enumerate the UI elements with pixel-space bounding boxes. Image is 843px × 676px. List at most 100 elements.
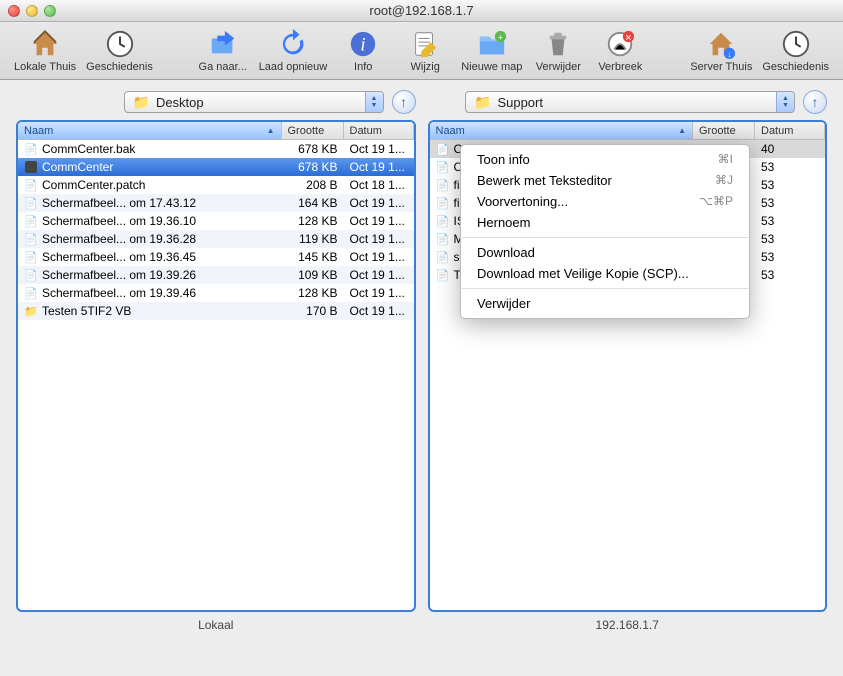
home-icon <box>29 28 61 60</box>
laad-opnieuw-button[interactable]: Laad opnieuw <box>255 26 332 75</box>
menu-label: Download <box>477 245 535 260</box>
col-name-header[interactable]: Naam ▲ <box>430 122 694 139</box>
info-icon: i <box>347 28 379 60</box>
window-title: root@192.168.1.7 <box>8 3 835 18</box>
sort-asc-icon: ▲ <box>678 126 686 135</box>
server-thuis-button[interactable]: ↓Server Thuis <box>686 26 756 75</box>
file-name: Schermafbeel... om 19.36.28 <box>42 232 196 246</box>
file-date: Oct 19 1... <box>344 196 414 210</box>
file-row[interactable]: 📄Schermafbeel... om 17.43.12164 KBOct 19… <box>18 194 414 212</box>
toolbar-label: Lokale Thuis <box>14 61 76 73</box>
file-icon: 📄 <box>436 214 450 228</box>
local-up-button[interactable]: ↑ <box>392 90 416 114</box>
geschiedenis-r-button[interactable]: Geschiedenis <box>758 26 833 75</box>
toolbar-label: Verbreek <box>598 61 642 73</box>
wijzig-button[interactable]: Wijzig <box>395 26 455 75</box>
menu-item[interactable]: Download <box>461 242 749 263</box>
menu-label: Bewerk met Teksteditor <box>477 173 612 188</box>
toolbar-label: Nieuwe map <box>461 61 522 73</box>
menu-item[interactable]: Verwijder <box>461 293 749 314</box>
toolbar-label: Info <box>354 61 372 73</box>
go-icon <box>207 28 239 60</box>
menu-item[interactable]: Hernoem <box>461 212 749 233</box>
menu-item[interactable]: Toon info⌘I <box>461 149 749 170</box>
file-row[interactable]: 📄CommCenter.bak678 KBOct 19 1... <box>18 140 414 158</box>
col-date-header[interactable]: Datum <box>755 122 825 139</box>
close-icon[interactable] <box>8 5 20 17</box>
menu-shortcut: ⌘I <box>718 152 733 167</box>
remote-path-dropdown[interactable]: 📁 Support ▲▼ <box>465 91 795 113</box>
menu-label: Hernoem <box>477 215 530 230</box>
nieuwe-map-button[interactable]: + Nieuwe map <box>457 26 526 75</box>
file-date: Oct 18 1... <box>344 178 414 192</box>
dropdown-arrows-icon: ▲▼ <box>776 92 794 112</box>
file-name: Schermafbeel... om 19.39.26 <box>42 268 196 282</box>
file-row[interactable]: 📄Schermafbeel... om 19.36.10128 KBOct 19… <box>18 212 414 230</box>
ga-naar-button[interactable]: Ga naar... <box>193 26 253 75</box>
remote-column-headers[interactable]: Naam ▲ Grootte Datum <box>430 122 826 140</box>
file-size: 678 KB <box>282 160 344 174</box>
toolbar-label: Wijzig <box>411 61 440 73</box>
disconnect-icon: ✕ <box>604 28 636 60</box>
clock-icon <box>104 28 136 60</box>
file-size: 119 KB <box>282 232 344 246</box>
file-name: Schermafbeel... om 19.39.46 <box>42 286 196 300</box>
toolbar-label: Laad opnieuw <box>259 61 328 73</box>
folder-icon: 📁 <box>24 304 38 318</box>
file-date: Oct 19 1... <box>344 214 414 228</box>
file-icon: 📄 <box>436 160 450 174</box>
file-row[interactable]: 📄Schermafbeel... om 19.36.45145 KBOct 19… <box>18 248 414 266</box>
arrow-up-icon: ↑ <box>400 94 407 110</box>
file-row[interactable]: 📄 Schermafbeel... om 19.36.28 119 KBOct 19… <box>18 230 414 248</box>
doc-icon: 📄 <box>24 232 38 246</box>
file-row[interactable]: 📄Schermafbeel... om 19.39.26109 KBOct 19… <box>18 266 414 284</box>
svg-text:↓: ↓ <box>728 49 732 59</box>
local-file-list[interactable]: Naam ▲ Grootte Datum 📄CommCenter.bak678 … <box>16 120 416 612</box>
file-date: Oct 19 1... <box>344 286 414 300</box>
edit-icon <box>409 28 441 60</box>
file-icon: 📄 <box>436 196 450 210</box>
file-date: 53 <box>755 268 825 282</box>
doc-icon: 📄 <box>24 196 38 210</box>
file-date: Oct 19 1... <box>344 268 414 282</box>
menu-item[interactable]: Voorvertoning...⌥⌘P <box>461 191 749 212</box>
file-name: CommCenter.patch <box>42 178 145 192</box>
exec-icon <box>24 160 38 174</box>
zoom-icon[interactable] <box>44 5 56 17</box>
file-name: Schermafbeel... om 19.36.45 <box>42 250 196 264</box>
context-menu[interactable]: Toon info⌘IBewerk met Teksteditor⌘JVoorv… <box>460 144 750 319</box>
local-pane: 📁 Desktop ▲▼ ↑ Naam ▲ Grootte Datum 📄Com… <box>16 90 416 632</box>
info-button[interactable]: iInfo <box>333 26 393 75</box>
remote-up-button[interactable]: ↑ <box>803 90 827 114</box>
doc-icon: 📄 <box>24 214 38 228</box>
menu-item[interactable]: Bewerk met Teksteditor⌘J <box>461 170 749 191</box>
doc-icon: 📄 <box>24 286 38 300</box>
verwijder-button[interactable]: Verwijder <box>528 26 588 75</box>
file-date: 53 <box>755 160 825 174</box>
col-name-header[interactable]: Naam ▲ <box>18 122 282 139</box>
local-column-headers[interactable]: Naam ▲ Grootte Datum <box>18 122 414 140</box>
verbreek-button[interactable]: ✕Verbreek <box>590 26 650 75</box>
col-date-header[interactable]: Datum <box>344 122 414 139</box>
sort-asc-icon: ▲ <box>267 126 275 135</box>
file-date: Oct 19 1... <box>344 232 414 246</box>
file-row[interactable]: 📄CommCenter.patch208 BOct 18 1... <box>18 176 414 194</box>
arrow-up-icon: ↑ <box>812 94 819 110</box>
col-size-header[interactable]: Grootte <box>693 122 755 139</box>
remote-path-label: Support <box>497 95 543 110</box>
geschiedenis-l-button[interactable]: Geschiedenis <box>82 26 157 75</box>
file-row[interactable]: 📄Schermafbeel... om 19.39.46128 KBOct 19… <box>18 284 414 302</box>
reload-icon <box>277 28 309 60</box>
local-path-dropdown[interactable]: 📁 Desktop ▲▼ <box>124 91 384 113</box>
file-row[interactable]: 📁Testen 5TIF2 VB170 BOct 19 1... <box>18 302 414 320</box>
file-date: 53 <box>755 232 825 246</box>
file-size: 128 KB <box>282 214 344 228</box>
lokale-thuis-button[interactable]: Lokale Thuis <box>10 26 80 75</box>
svg-text:+: + <box>497 32 502 42</box>
col-size-header[interactable]: Grootte <box>282 122 344 139</box>
toolbar-label: Geschiedenis <box>86 61 153 73</box>
file-row[interactable]: CommCenter678 KBOct 19 1... <box>18 158 414 176</box>
file-name: Schermafbeel... om 17.43.12 <box>42 196 196 210</box>
minimize-icon[interactable] <box>26 5 38 17</box>
menu-item[interactable]: Download met Veilige Kopie (SCP)... <box>461 263 749 284</box>
